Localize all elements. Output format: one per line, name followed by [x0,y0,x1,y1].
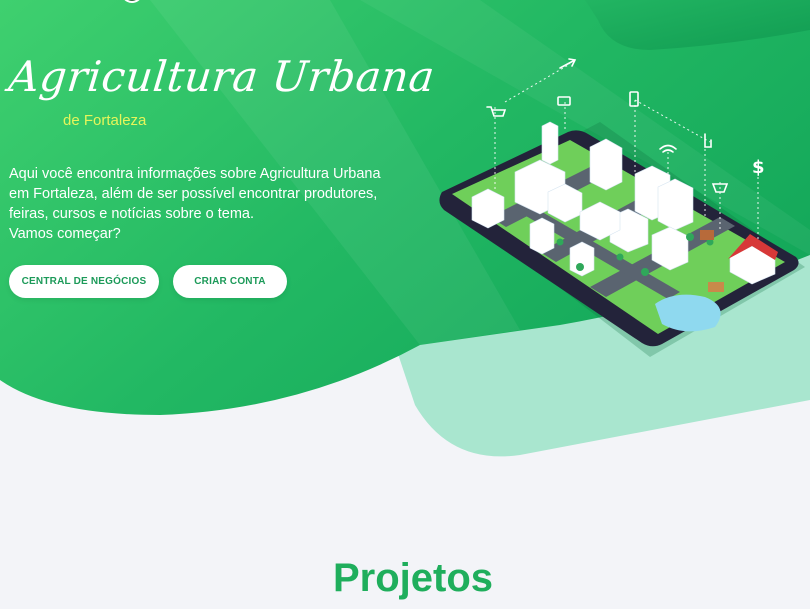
phone-icon [629,91,639,107]
intro-line: feiras, cursos e notícias sobre o tema. [9,206,254,222]
hero-title: Agricultura Urbana [6,52,438,101]
central-negocios-button[interactable]: CENTRAL DE NEGÓCIOS [9,265,159,298]
intro-line: Aqui você encontra informações sobre Agr… [9,166,381,182]
section-title-projetos: Projetos [332,556,494,600]
wifi-icon [659,144,677,153]
chat-icon [557,96,571,106]
hero-subtitle: de Fortaleza [63,112,147,129]
hand-pointer-icon [704,133,712,148]
criar-conta-button[interactable]: CRIAR CONTA [173,265,287,298]
intro-line: Vamos começar? [9,226,121,242]
dollar-icon: $ [752,157,765,178]
hero-intro-text: Aqui você encontra informações sobre Agr… [9,164,409,244]
arrow-up-right-icon [559,58,577,69]
intro-line: em Fortaleza, além de ser possível encon… [9,186,378,202]
logo-badge[interactable] [108,0,158,14]
smart-city-phone-illustration: $ [439,58,805,357]
cart-icon [486,106,507,117]
